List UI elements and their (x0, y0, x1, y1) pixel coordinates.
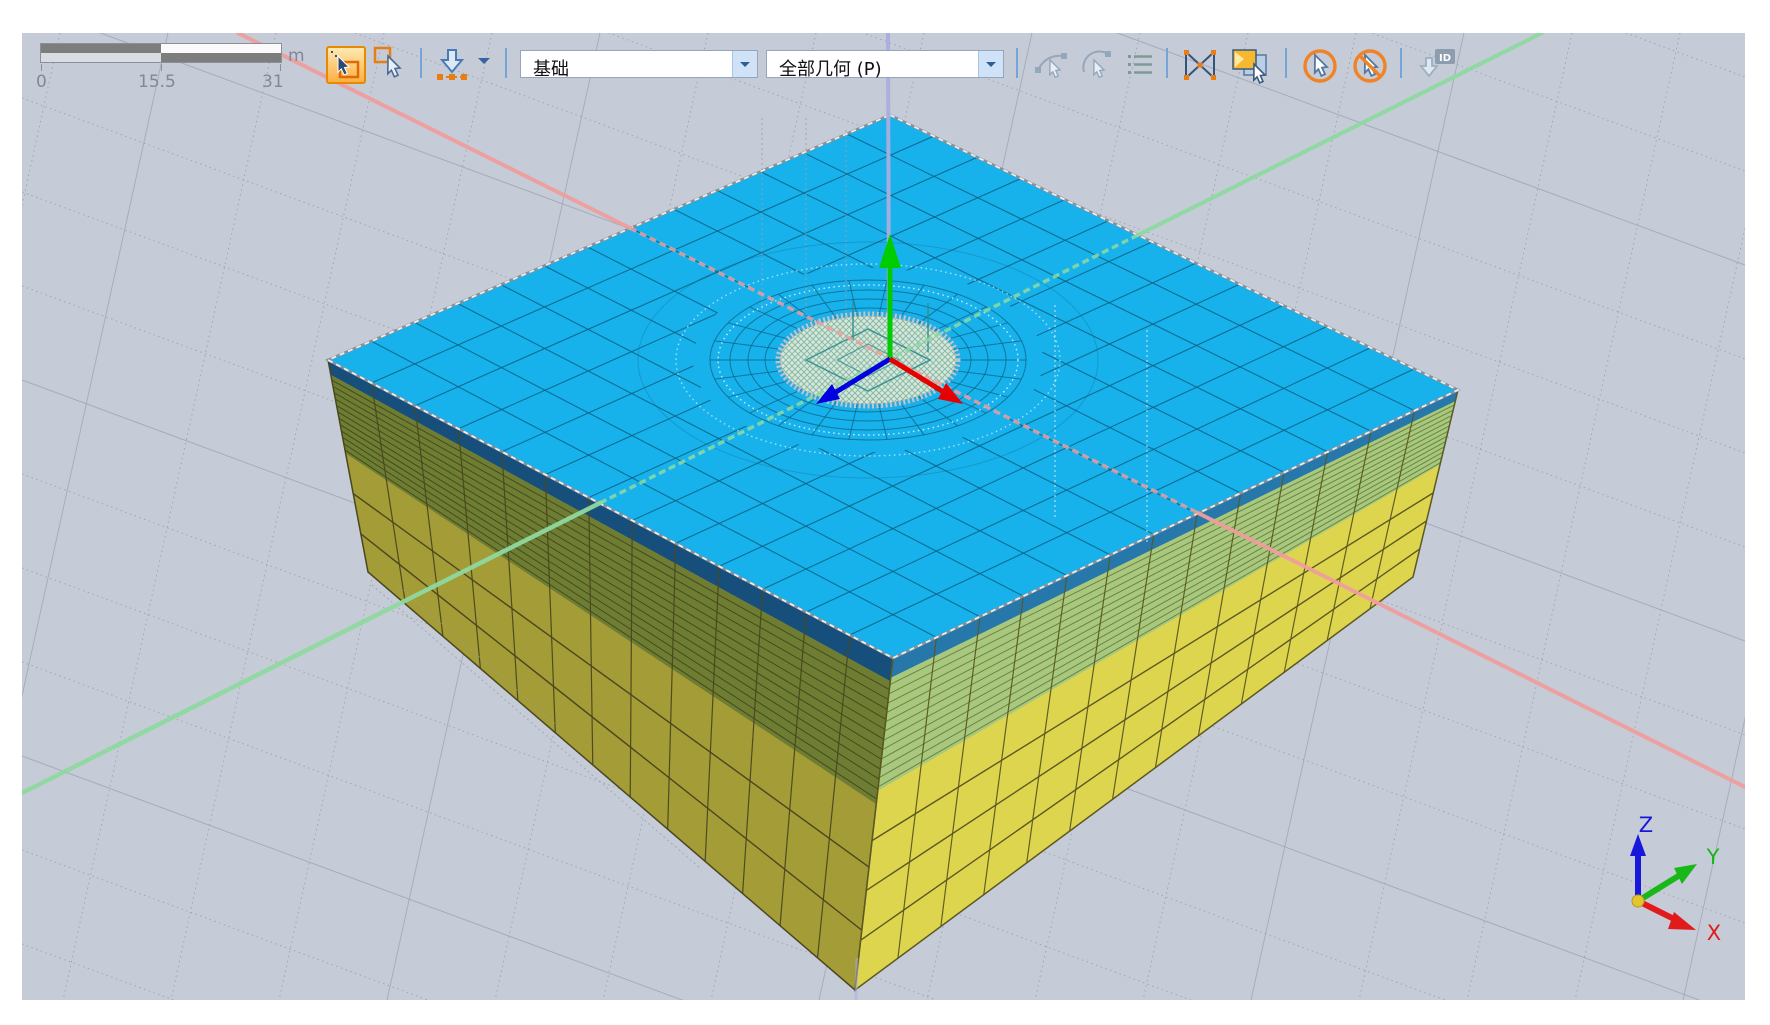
pick-direction-dropdown-icon[interactable] (478, 58, 490, 70)
scale-bar (40, 43, 282, 63)
deselect-all-icon (1346, 46, 1394, 86)
scale-tick-max: 31 (262, 74, 284, 91)
triad-z-label: Z (1639, 813, 1653, 837)
select-window-inside-icon (1228, 46, 1274, 84)
toolbar-separator (1016, 48, 1018, 78)
select-arc-button[interactable] (1078, 46, 1120, 84)
toolbar-separator (1285, 48, 1287, 78)
select-by-id-button[interactable]: ID (1412, 46, 1458, 86)
scale-tick-mid: 15.5 (138, 74, 176, 91)
select-element-icon (328, 48, 364, 82)
select-by-id-icon: ID (1412, 46, 1458, 86)
scale-unit-label: m (288, 46, 305, 66)
toolbar-separator (420, 48, 422, 78)
select-arc-icon (1078, 46, 1120, 84)
toolbar-separator (1400, 48, 1402, 78)
pick-direction-icon (432, 46, 472, 84)
filter-combobox-value: 全部几何 (P) (779, 55, 882, 81)
model-canvas[interactable]: Z Y X (22, 33, 1745, 1000)
group-combobox[interactable]: 基础 (520, 50, 758, 78)
toolbar-separator (1166, 48, 1168, 78)
filter-combobox-arrow-icon[interactable] (978, 51, 1003, 77)
group-combobox-value: 基础 (533, 55, 569, 81)
group-combobox-arrow-icon[interactable] (732, 51, 757, 77)
select-window-icon (372, 46, 414, 84)
pick-direction-button[interactable] (432, 46, 472, 84)
select-list-icon (1124, 46, 1156, 84)
scale-tick-min: 0 (36, 74, 47, 91)
application-window: Z Y X 0 15.5 31 m (0, 0, 1770, 1025)
triad-y-label: Y (1706, 845, 1720, 869)
deselect-all-button[interactable] (1346, 46, 1394, 86)
toolbar-separator (505, 48, 507, 78)
select-polyline-icon (1032, 46, 1074, 84)
viewport-3d[interactable]: Z Y X (22, 33, 1745, 1000)
select-element-button[interactable] (326, 46, 366, 84)
select-intersect-button[interactable] (1178, 46, 1222, 84)
select-intersect-icon (1178, 46, 1222, 84)
triad-x-label: X (1707, 921, 1721, 945)
select-window-button[interactable] (372, 46, 414, 84)
select-list-button[interactable] (1124, 46, 1156, 84)
select-all-button[interactable] (1298, 46, 1342, 86)
id-badge-label: ID (1439, 53, 1451, 64)
select-polyline-button[interactable] (1032, 46, 1074, 84)
filter-combobox[interactable]: 全部几何 (P) (766, 50, 1004, 78)
select-all-icon (1298, 46, 1342, 86)
select-window-inside-button[interactable] (1228, 46, 1274, 84)
